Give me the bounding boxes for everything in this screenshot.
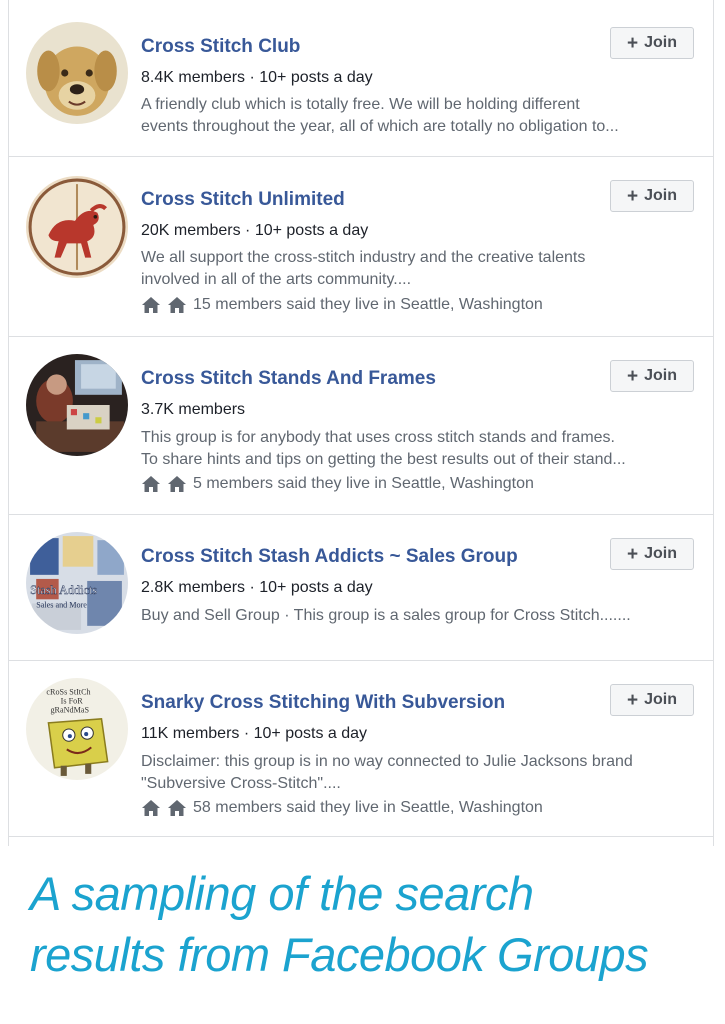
home-icon [141, 475, 161, 493]
join-label: Join [644, 34, 677, 51]
description-line: We all support the cross-stitch industry… [141, 249, 586, 266]
home-icon [167, 799, 187, 817]
description-line: A friendly club which is totally free. W… [141, 96, 580, 113]
description-line: Buy and Sell Group · This group is a sal… [141, 607, 631, 624]
join-group-button[interactable]: + Join [610, 538, 694, 570]
dog-embroidery-avatar [26, 22, 128, 124]
group-avatar[interactable]: Stash Addicts Sales and More [26, 532, 128, 634]
group-stats: 11K members · 10+ posts a day [141, 725, 368, 742]
avatar-title-text: Stash Addicts [30, 583, 97, 597]
image-caption: A sampling of the search results from Fa… [30, 863, 710, 985]
group-name-link[interactable]: Cross Stitch Stands And Frames [141, 368, 436, 390]
residents-text: 5 members said they live in Seattle, Was… [193, 475, 534, 492]
group-avatar[interactable] [26, 22, 128, 124]
description-line: events throughout the year, all of which… [141, 118, 619, 135]
group-result-card: Stash Addicts Sales and More Cross Stitc… [9, 515, 713, 661]
join-label: Join [644, 367, 677, 384]
home-icon [141, 296, 161, 314]
join-group-button[interactable]: + Join [610, 684, 694, 716]
group-description: A friendly club which is totally free. W… [141, 94, 696, 138]
join-group-button[interactable]: + Join [610, 180, 694, 212]
home-icon [167, 475, 187, 493]
avatar-subtitle-text: Sales and More [36, 600, 87, 609]
residents-info: 5 members said they live in Seattle, Was… [141, 475, 534, 493]
stitching-desk-avatar [26, 354, 128, 456]
residents-text: 58 members said they live in Seattle, Wa… [193, 799, 543, 816]
stash-addicts-avatar: Stash Addicts Sales and More [26, 532, 128, 634]
group-avatar[interactable] [26, 176, 128, 278]
residents-info: 15 members said they live in Seattle, Wa… [141, 296, 543, 314]
group-stats: 8.4K members · 10+ posts a day [141, 69, 373, 86]
plus-icon: + [627, 185, 639, 207]
description-line: To share hints and tips on getting the b… [141, 451, 626, 468]
join-group-button[interactable]: + Join [610, 27, 694, 59]
description-line: involved in all of the arts community...… [141, 271, 412, 288]
join-label: Join [644, 691, 677, 708]
join-label: Join [644, 187, 677, 204]
group-name-link[interactable]: Snarky Cross Stitching With Subversion [141, 692, 505, 714]
group-description: We all support the cross-stitch industry… [141, 247, 696, 291]
group-result-card: Cross Stitch Stands And Frames 3.7K memb… [9, 337, 713, 515]
group-name-link[interactable]: Cross Stitch Stash Addicts ~ Sales Group [141, 546, 518, 568]
group-name-link[interactable]: Cross Stitch Club [141, 36, 300, 58]
carousel-horse-avatar [26, 176, 128, 278]
caption-line: A sampling of the search [30, 867, 534, 920]
group-description: Buy and Sell Group · This group is a sal… [141, 605, 696, 627]
group-stats: 2.8K members · 10+ posts a day [141, 579, 373, 596]
home-icon [167, 296, 187, 314]
group-result-card: Cross Stitch Club 8.4K members · 10+ pos… [9, 0, 713, 157]
avatar-text-line-2: Is FoR [61, 697, 84, 706]
group-stats: 3.7K members [141, 401, 246, 418]
group-search-results: Cross Stitch Club 8.4K members · 10+ pos… [8, 0, 714, 846]
join-group-button[interactable]: + Join [610, 360, 694, 392]
residents-info: 58 members said they live in Seattle, Wa… [141, 799, 543, 817]
plus-icon: + [627, 543, 639, 565]
plus-icon: + [627, 689, 639, 711]
caption-line: results from Facebook Groups [30, 928, 649, 981]
description-line: Disclaimer: this group is in no way conn… [141, 753, 633, 770]
join-label: Join [644, 545, 677, 562]
group-result-card: Cross Stitch Unlimited 20K members · 10+… [9, 157, 713, 337]
home-icon [141, 799, 161, 817]
plus-icon: + [627, 365, 639, 387]
group-result-card: cRoSs StItCh Is FoR gRaNdMaS Snarky Cros… [9, 661, 713, 837]
group-avatar[interactable] [26, 354, 128, 456]
cartoon-sponge-avatar: cRoSs StItCh Is FoR gRaNdMaS [26, 678, 128, 780]
description-line: "Subversive Cross-Stitch".... [141, 775, 341, 792]
group-description: Disclaimer: this group is in no way conn… [141, 751, 696, 795]
plus-icon: + [627, 32, 639, 54]
avatar-text-line-1: cRoSs StItCh [46, 687, 90, 696]
group-stats: 20K members · 10+ posts a day [141, 222, 369, 239]
group-description: This group is for anybody that uses cros… [141, 427, 696, 471]
group-avatar[interactable]: cRoSs StItCh Is FoR gRaNdMaS [26, 678, 128, 780]
description-line: This group is for anybody that uses cros… [141, 429, 615, 446]
residents-text: 15 members said they live in Seattle, Wa… [193, 296, 543, 313]
group-name-link[interactable]: Cross Stitch Unlimited [141, 189, 345, 211]
avatar-text-line-3: gRaNdMaS [50, 706, 89, 715]
